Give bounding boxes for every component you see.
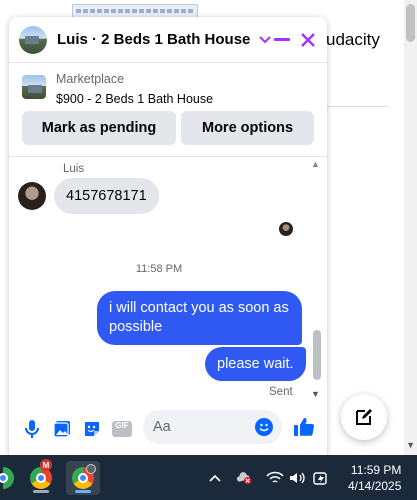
minimize-button[interactable] xyxy=(271,29,293,51)
clock-date: 4/14/2025 xyxy=(348,479,402,493)
outgoing-message[interactable]: please wait. xyxy=(205,347,306,381)
taskbar-chrome-profile-m[interactable]: M xyxy=(24,459,58,495)
outgoing-message[interactable]: i will contact you as soon as possible xyxy=(97,291,302,345)
microphone-icon xyxy=(25,420,39,438)
chat-window: Luis · 2 Beds 1 Bath House Marketplace $… xyxy=(9,17,327,455)
sender-name: Luis xyxy=(63,163,85,175)
thread-scroll-down-arrow[interactable]: ▼ xyxy=(311,389,320,399)
wifi-button[interactable] xyxy=(266,469,284,487)
chat-header[interactable]: Luis · 2 Beds 1 Bath House xyxy=(9,17,327,63)
listing-thumbnail[interactable] xyxy=(19,25,47,54)
close-icon xyxy=(301,33,315,47)
speaker-icon xyxy=(290,472,305,484)
background-divider xyxy=(326,106,388,107)
battery-charging-icon xyxy=(313,472,327,485)
page-scrollbar-thumb[interactable] xyxy=(406,4,415,42)
mark-as-pending-button[interactable]: Mark as pending xyxy=(22,111,176,145)
taskbar: M 11:59 PM 4/14/2025 xyxy=(0,455,417,500)
taskbar-chrome-active[interactable] xyxy=(66,461,100,495)
background-thumbnail-text xyxy=(76,9,194,13)
thumbs-up-icon xyxy=(294,418,315,436)
new-message-button[interactable] xyxy=(341,394,387,440)
background-partial-text: udacity xyxy=(326,30,380,49)
active-indicator xyxy=(75,490,91,493)
page-scrollbar[interactable] xyxy=(404,0,417,455)
composer: GIF xyxy=(9,405,327,455)
listing-image[interactable] xyxy=(22,75,46,99)
like-button[interactable] xyxy=(293,416,315,438)
cloud-error-icon xyxy=(236,472,252,485)
app-icon xyxy=(0,467,14,489)
running-indicator xyxy=(33,490,49,493)
marketplace-label: Marketplace xyxy=(56,72,125,86)
message-status: Sent xyxy=(269,386,293,398)
page-scroll-down-arrow[interactable]: ▼ xyxy=(406,440,415,450)
profile-avatar-icon xyxy=(86,464,96,474)
compose-icon xyxy=(356,409,372,425)
listing-card[interactable]: Marketplace $900 - 2 Beds 1 Bath House M… xyxy=(9,63,327,157)
onedrive-error-button[interactable] xyxy=(236,469,254,487)
photo-icon xyxy=(53,421,70,438)
volume-button[interactable] xyxy=(289,469,307,487)
close-button[interactable] xyxy=(297,29,319,51)
clock-time: 11:59 PM xyxy=(350,463,402,477)
read-receipt-avatar xyxy=(279,222,293,236)
attach-photo-button[interactable] xyxy=(51,418,73,440)
emoji-button[interactable] xyxy=(255,418,273,436)
sticker-button[interactable] xyxy=(81,418,103,440)
thread-scrollbar-thumb[interactable] xyxy=(313,330,321,380)
battery-button[interactable] xyxy=(312,469,330,487)
thread-scroll-up-arrow[interactable]: ▲ xyxy=(311,159,320,169)
incoming-message[interactable]: 4157678171 xyxy=(54,178,159,214)
message-input[interactable] xyxy=(153,410,253,444)
avatar[interactable] xyxy=(18,182,46,210)
minimize-icon xyxy=(274,38,290,41)
message-thread[interactable]: ▲ Luis 4157678171 11:58 PM i will contac… xyxy=(9,158,327,405)
chevron-up-icon xyxy=(209,474,221,482)
sticker-icon xyxy=(85,422,99,436)
profile-badge: M xyxy=(40,459,52,471)
gif-label: GIF xyxy=(115,421,129,430)
time-separator: 11:58 PM xyxy=(135,263,183,275)
more-options-button[interactable]: More options xyxy=(181,111,314,145)
wifi-icon xyxy=(266,471,284,483)
listing-price-title[interactable]: $900 - 2 Beds 1 Bath House xyxy=(56,92,213,106)
message-input-container[interactable] xyxy=(143,410,282,444)
chat-title[interactable]: Luis · 2 Beds 1 Bath House xyxy=(57,31,250,48)
microphone-button[interactable] xyxy=(21,418,43,440)
smiley-icon xyxy=(259,423,269,432)
system-clock[interactable]: 11:59 PM 4/14/2025 xyxy=(348,462,401,494)
gif-button[interactable]: GIF xyxy=(111,418,133,440)
show-hidden-icons-button[interactable] xyxy=(206,469,224,487)
taskbar-app-partial[interactable] xyxy=(0,461,20,495)
